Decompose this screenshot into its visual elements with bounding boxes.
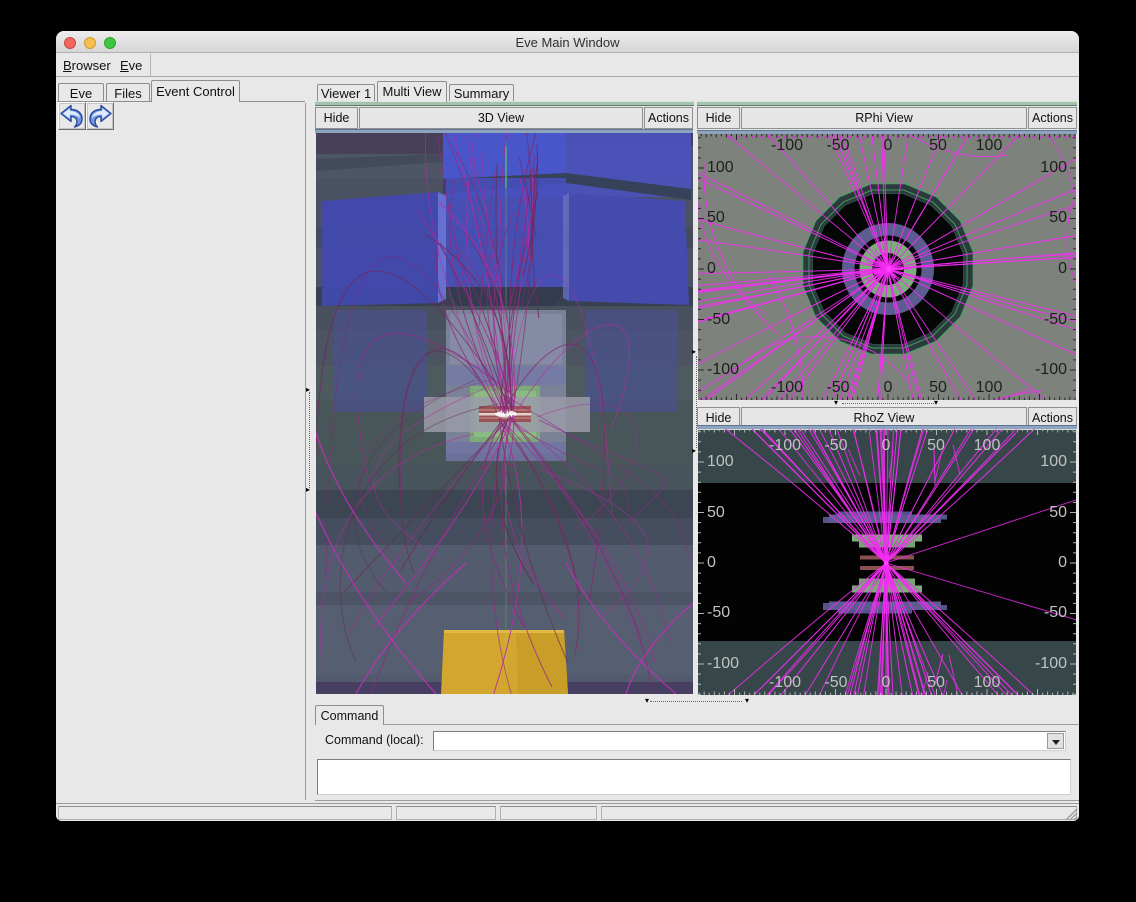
svg-text:0: 0 xyxy=(884,137,893,154)
svg-text:50: 50 xyxy=(929,137,947,154)
svg-text:-100: -100 xyxy=(769,674,801,691)
svg-text:100: 100 xyxy=(1040,159,1067,176)
svg-text:-50: -50 xyxy=(707,311,730,328)
svg-text:50: 50 xyxy=(1049,209,1067,226)
svg-text:50: 50 xyxy=(929,379,947,396)
svg-text:50: 50 xyxy=(707,209,725,226)
svg-text:50: 50 xyxy=(707,504,725,521)
svg-text:-50: -50 xyxy=(826,379,849,396)
svg-text:100: 100 xyxy=(707,159,734,176)
svg-text:50: 50 xyxy=(927,437,945,454)
svg-text:0: 0 xyxy=(1058,260,1067,277)
svg-text:-50: -50 xyxy=(824,674,847,691)
svg-text:50: 50 xyxy=(927,674,945,691)
svg-text:100: 100 xyxy=(1040,453,1067,470)
svg-text:-100: -100 xyxy=(707,655,739,672)
svg-text:-100: -100 xyxy=(769,437,801,454)
svg-text:0: 0 xyxy=(884,379,893,396)
svg-text:-100: -100 xyxy=(771,137,803,154)
svg-text:-50: -50 xyxy=(1044,604,1067,621)
svg-text:100: 100 xyxy=(976,137,1003,154)
svg-text:0: 0 xyxy=(707,554,716,571)
svg-text:0: 0 xyxy=(882,437,891,454)
svg-text:0: 0 xyxy=(707,260,716,277)
svg-text:-100: -100 xyxy=(707,361,739,378)
svg-text:100: 100 xyxy=(707,453,734,470)
svg-text:0: 0 xyxy=(1058,554,1067,571)
svg-text:-100: -100 xyxy=(771,379,803,396)
svg-text:-50: -50 xyxy=(1044,311,1067,328)
svg-text:-50: -50 xyxy=(824,437,847,454)
svg-text:50: 50 xyxy=(1049,504,1067,521)
svg-text:100: 100 xyxy=(974,674,1001,691)
svg-text:0: 0 xyxy=(882,674,891,691)
svg-text:-50: -50 xyxy=(707,604,730,621)
svg-text:-50: -50 xyxy=(826,137,849,154)
svg-text:-100: -100 xyxy=(1035,361,1067,378)
svg-text:100: 100 xyxy=(974,437,1001,454)
svg-text:100: 100 xyxy=(976,379,1003,396)
svg-text:-100: -100 xyxy=(1035,655,1067,672)
